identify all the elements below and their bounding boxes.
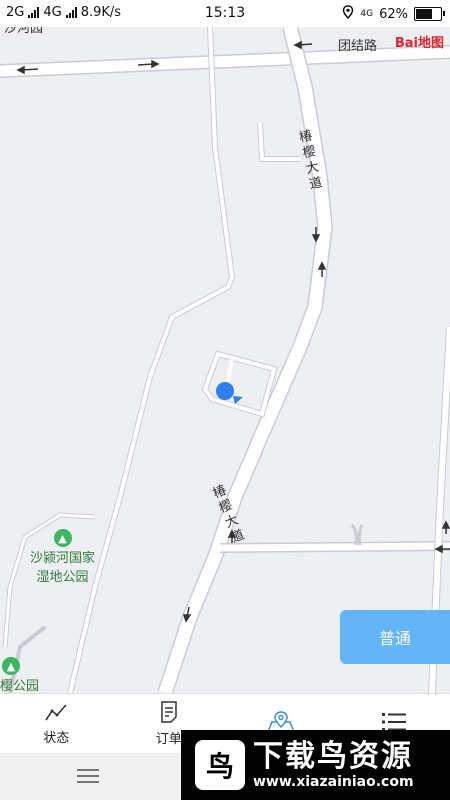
document-icon [161, 701, 177, 723]
tab-label: 订单 [155, 732, 182, 747]
watermark-url: www.xiazainiao.com [253, 774, 414, 790]
watermark-logo-icon: 鸟 [195, 740, 245, 790]
baidu-map-logo: Bai地图 [394, 36, 444, 51]
tree-icon: ▲ [53, 529, 72, 547]
status-bar: 2G 4G 8.9K/s 15:13 4G 62% [0, 0, 450, 27]
location-icon [342, 5, 354, 23]
status-right: 4G 62% [342, 5, 445, 23]
tab-status[interactable]: 状态 [0, 694, 113, 754]
tree-icon: ▲ [2, 657, 20, 675]
battery-icon [414, 7, 445, 21]
menu-icon[interactable] [77, 769, 99, 787]
battery-fill [416, 9, 433, 19]
watermark-banner: 鸟 下载鸟资源 www.xiazainiao.com [181, 730, 450, 800]
poi-label-line2: 湿地公园 [36, 570, 89, 585]
map-roads [0, 27, 450, 693]
volte-label: 4G [360, 9, 374, 19]
battery-percent: 62% [379, 6, 408, 22]
tab-label: 状态 [43, 731, 70, 746]
map-mode-button[interactable]: 普通 [340, 610, 450, 664]
location-dot [216, 382, 234, 400]
trend-line-icon [45, 704, 67, 721]
map-label-fragment: 沙河园 [4, 27, 44, 36]
map-view[interactable]: 沙河园 团结路 Bai地图 椿樱大道 椿樱大道 ▲ 沙颍河国家 湿地公园 ▲ 樱… [0, 27, 450, 693]
map-poi-wetland-park[interactable]: ▲ 沙颍河国家 湿地公园 [30, 529, 95, 585]
poi-label: 樱公园 [0, 679, 40, 693]
map-poi-park[interactable]: ▲ 樱公园 [0, 657, 39, 693]
map-road-label-tuanjie: 团结路 [338, 39, 378, 54]
watermark-title: 下载鸟资源 [253, 739, 413, 774]
poi-label-line1: 沙颍河国家 [30, 551, 96, 566]
